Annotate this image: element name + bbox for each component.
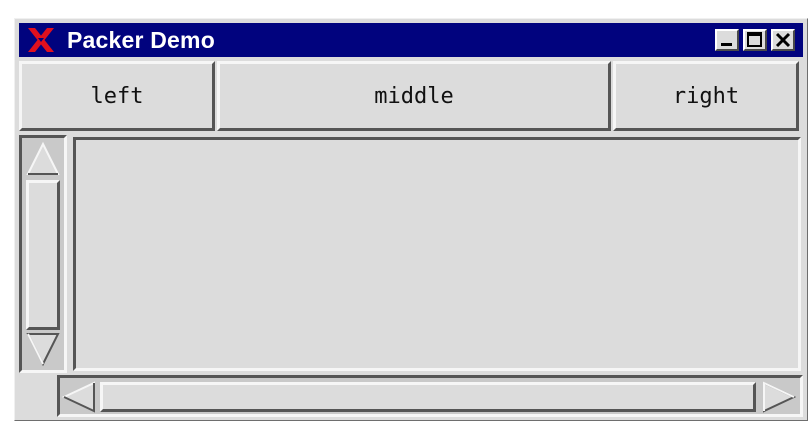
arrow-down-icon[interactable] xyxy=(25,331,61,367)
horizontal-scrollbar[interactable] xyxy=(57,375,803,417)
left-button-label: left xyxy=(90,83,144,109)
x-logo-icon xyxy=(28,28,54,52)
horizontal-scroll-thumb[interactable] xyxy=(100,382,756,412)
button-row: left middle right xyxy=(19,61,803,131)
close-button[interactable] xyxy=(771,29,795,51)
minimize-icon xyxy=(721,43,732,46)
close-icon xyxy=(775,32,791,48)
canvas-area[interactable] xyxy=(73,137,801,371)
arrow-up-icon[interactable] xyxy=(25,141,61,177)
left-button[interactable]: left xyxy=(19,61,215,131)
middle-button-label: middle xyxy=(374,83,454,109)
packer-demo-window: Packer Demo left middle right xyxy=(14,18,808,421)
arrow-right-icon[interactable] xyxy=(762,381,796,413)
middle-button[interactable]: middle xyxy=(217,61,611,131)
window-title: Packer Demo xyxy=(67,27,215,53)
vertical-scroll-thumb[interactable] xyxy=(26,180,60,330)
vertical-scrollbar[interactable] xyxy=(19,135,67,373)
right-button[interactable]: right xyxy=(613,61,799,131)
right-button-label: right xyxy=(672,83,740,109)
maximize-button[interactable] xyxy=(743,29,767,51)
title-bar[interactable]: Packer Demo xyxy=(19,23,803,57)
minimize-button[interactable] xyxy=(715,29,739,51)
arrow-left-icon[interactable] xyxy=(62,381,96,413)
maximize-icon xyxy=(747,32,762,47)
